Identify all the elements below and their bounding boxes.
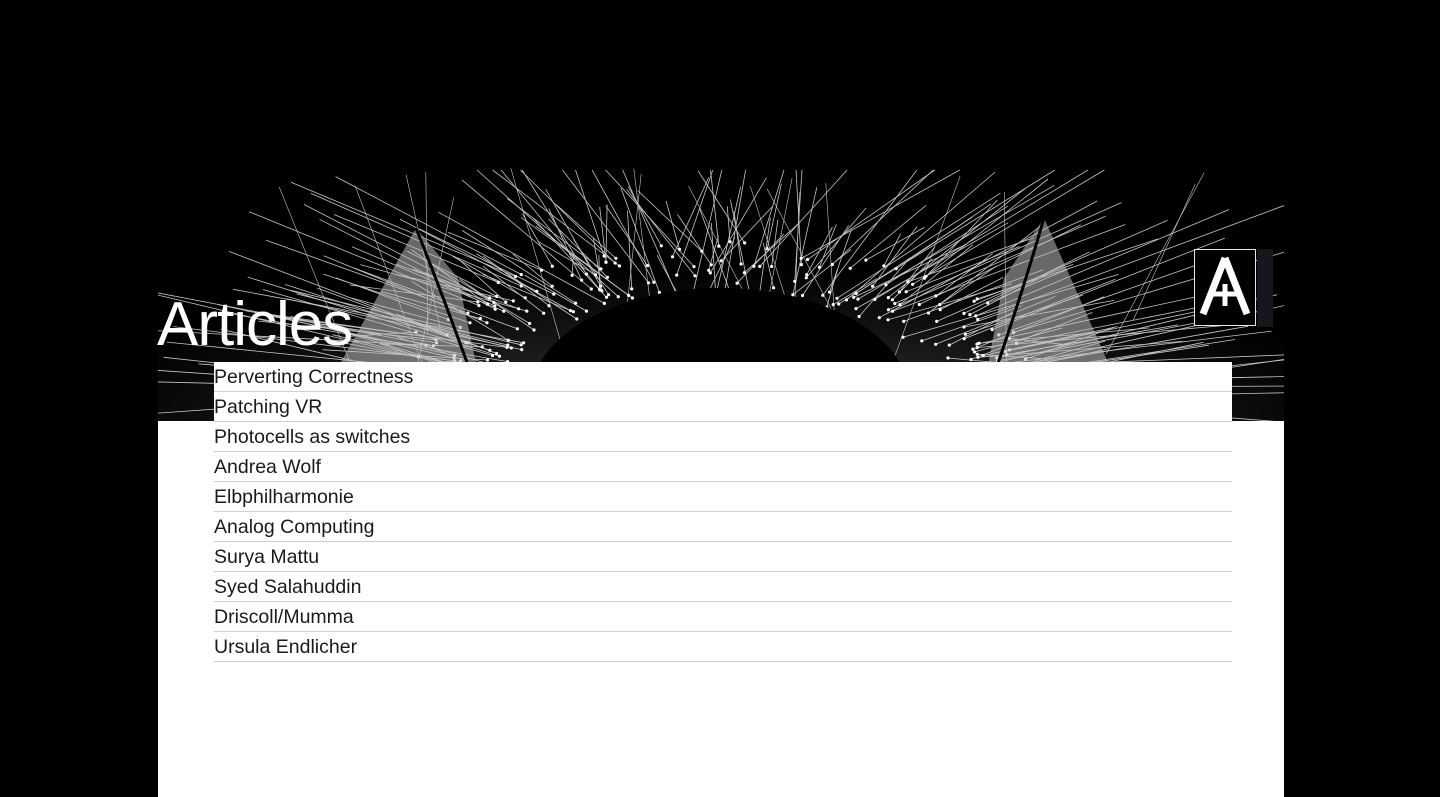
article-link[interactable]: Surya Mattu	[214, 542, 1232, 572]
list-item: Photocells as switches	[214, 422, 1232, 452]
list-item: Analog Computing	[214, 512, 1232, 542]
article-list: Perverting Correctness Patching VR Photoce…	[214, 362, 1232, 662]
article-link[interactable]: Photocells as switches	[214, 422, 1232, 452]
page: Articles Perverting Correctness Patching …	[0, 0, 1440, 797]
list-item: Andrea Wolf	[214, 452, 1232, 482]
list-item: Patching VR	[214, 392, 1232, 422]
article-link[interactable]: Patching VR	[214, 392, 1232, 422]
page-title: Articles	[157, 290, 353, 359]
list-item: Driscoll/Mumma	[214, 602, 1232, 632]
article-link[interactable]: Perverting Correctness	[214, 362, 1232, 392]
list-item: Ursula Endlicher	[214, 632, 1232, 662]
list-item: Syed Salahuddin	[214, 572, 1232, 602]
list-item: Elbphilharmonie	[214, 482, 1232, 512]
article-link[interactable]: Elbphilharmonie	[214, 482, 1232, 512]
list-item: Perverting Correctness	[214, 362, 1232, 392]
a-monogram-logo-icon	[1199, 256, 1251, 316]
article-link[interactable]: Driscoll/Mumma	[214, 602, 1232, 632]
article-link[interactable]: Andrea Wolf	[214, 452, 1232, 482]
article-link[interactable]: Ursula Endlicher	[214, 632, 1232, 662]
logo-backdrop	[1257, 249, 1273, 327]
site-logo[interactable]	[1194, 249, 1256, 326]
list-item: Surya Mattu	[214, 542, 1232, 572]
article-link[interactable]: Analog Computing	[214, 512, 1232, 542]
article-link[interactable]: Syed Salahuddin	[214, 572, 1232, 602]
